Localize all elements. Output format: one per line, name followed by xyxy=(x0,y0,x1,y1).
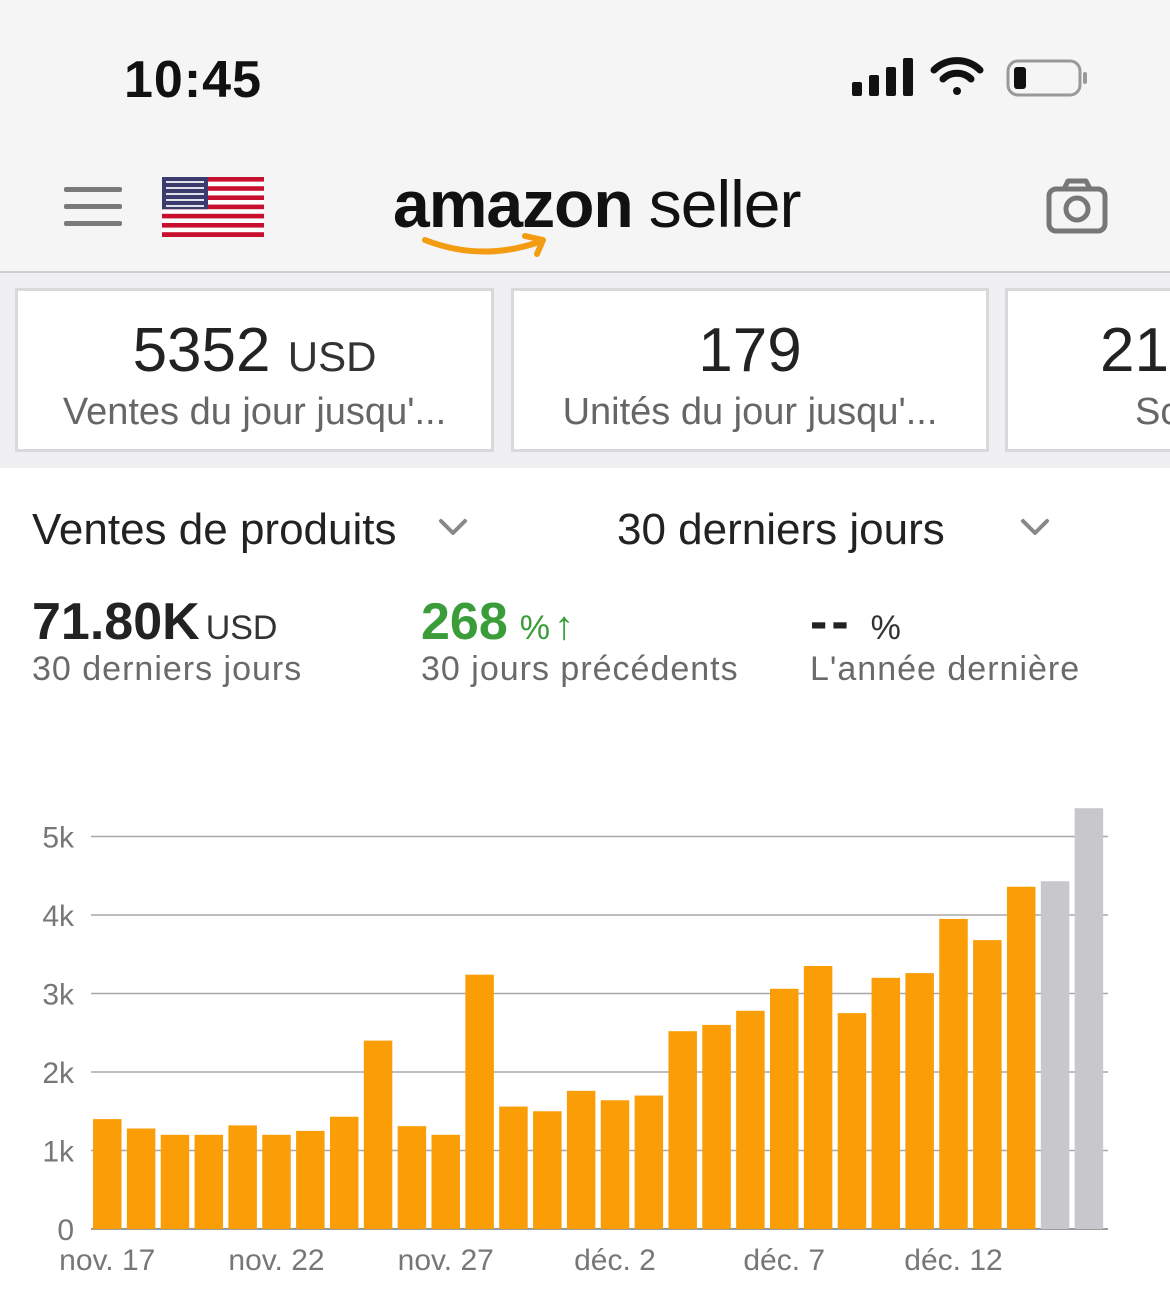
x-tick-label: déc. 7 xyxy=(743,1244,825,1277)
chart-bar-5[interactable] xyxy=(228,1125,257,1229)
chart-bar-22[interactable] xyxy=(803,966,833,1229)
sales-bar-chart: 0 1k 2k 3k 4k 5k nov. 17 nov. 22 nov. 27 déc. 2 d… xyxy=(42,808,1108,1277)
logo-seller-text: seller xyxy=(648,167,802,241)
metric-last-year-value: -- xyxy=(810,593,853,651)
hamburger-menu-icon[interactable] xyxy=(64,187,122,226)
metric-total-unit: USD xyxy=(205,609,278,647)
x-tick-label: nov. 17 xyxy=(59,1244,155,1277)
chart-bar-2[interactable] xyxy=(126,1128,156,1229)
chart-bar-15[interactable] xyxy=(566,1090,596,1229)
chart-x-ticks: nov. 17 nov. 22 nov. 27 déc. 2 déc. 7 déc. 12 xyxy=(59,1244,1003,1277)
chart-bar-23[interactable] xyxy=(837,1013,867,1229)
metric-selector-label: Ventes de produits xyxy=(32,505,397,554)
arrow-up-icon: ↑ xyxy=(554,604,574,648)
chart-bar-29[interactable] xyxy=(1040,881,1070,1229)
chart-bar-20[interactable] xyxy=(736,1010,765,1229)
metric-last-year-label: L'année dernière xyxy=(810,650,1081,688)
y-tick-label: 2k xyxy=(42,1057,75,1090)
period-selector-label: 30 derniers jours xyxy=(617,505,945,554)
chart-bar-9[interactable] xyxy=(363,1040,393,1229)
chart-bar-21[interactable] xyxy=(770,988,799,1229)
chart-bar-27[interactable] xyxy=(973,940,1002,1229)
chevron-down-icon[interactable] xyxy=(1020,517,1050,537)
y-tick-label: 5k xyxy=(42,822,75,855)
chart-bar-16[interactable] xyxy=(600,1100,630,1229)
tile-label: Ventes du jour jusqu'... xyxy=(62,391,447,433)
metric-total-label: 30 derniers jours xyxy=(32,650,303,688)
metric-total: 71.80K USD xyxy=(32,592,277,652)
status-bar: 10:45 xyxy=(0,0,1170,140)
battery-icon xyxy=(1006,59,1087,97)
signal-icon xyxy=(852,58,913,96)
chart-bar-17[interactable] xyxy=(634,1095,664,1229)
y-tick-label: 3k xyxy=(42,979,75,1012)
logo-amazon-text: amazon xyxy=(393,167,634,241)
metric-selector[interactable]: Ventes de produits xyxy=(32,505,396,555)
amazon-smile-icon xyxy=(422,233,546,257)
x-tick-label: déc. 2 xyxy=(574,1244,656,1277)
chart-bar-6[interactable] xyxy=(262,1134,291,1229)
tile-value: 179 xyxy=(698,316,802,385)
period-selector[interactable]: 30 derniers jours xyxy=(617,505,945,555)
chart-bar-18[interactable] xyxy=(668,1031,697,1229)
tile-units-today[interactable]: 179 Unités du jour jusqu'... xyxy=(511,288,989,452)
app-header: amazon seller xyxy=(0,140,1170,273)
wifi-icon xyxy=(930,57,984,95)
tile-unit: USD xyxy=(287,333,377,380)
chart-bar-13[interactable] xyxy=(499,1106,528,1229)
metric-previous-value: 268 xyxy=(421,593,508,651)
chart-bar-30[interactable] xyxy=(1074,808,1104,1229)
metric-last-year: --% xyxy=(810,592,901,652)
kpi-tiles: 5352 USD Ventes du jour jusqu'... 179 Un… xyxy=(0,273,1170,468)
status-time: 10:45 xyxy=(124,51,262,109)
tile-label: Unités du jour jusqu'... xyxy=(562,391,938,433)
tile-third[interactable]: 21. Sc xyxy=(1005,288,1170,452)
chart-bar-12[interactable] xyxy=(465,974,494,1229)
y-tick-label: 0 xyxy=(57,1214,74,1247)
tile-value: 5352 xyxy=(132,316,271,385)
chart-bar-10[interactable] xyxy=(397,1126,427,1229)
chart-bar-8[interactable] xyxy=(329,1116,359,1229)
chart-bar-1[interactable] xyxy=(93,1119,122,1229)
chart-bar-19[interactable] xyxy=(702,1024,731,1229)
chart-bars xyxy=(93,808,1104,1229)
chart-y-ticks: 0 1k 2k 3k 4k 5k xyxy=(42,822,75,1248)
metric-previous: 268% ↑ xyxy=(421,592,574,652)
x-tick-label: nov. 22 xyxy=(228,1244,324,1277)
metric-total-value: 71.80K xyxy=(32,593,200,651)
chart-bar-11[interactable] xyxy=(431,1134,461,1229)
chart-bar-26[interactable] xyxy=(939,918,968,1229)
x-tick-label: nov. 27 xyxy=(398,1244,494,1277)
chart-bar-7[interactable] xyxy=(296,1130,325,1229)
tile-label: Sc xyxy=(1135,391,1170,433)
chart-bar-28[interactable] xyxy=(1006,886,1036,1229)
metric-previous-label: 30 jours précédents xyxy=(421,650,739,688)
x-tick-label: déc. 12 xyxy=(904,1244,1002,1277)
metric-previous-unit: % xyxy=(519,609,550,647)
camera-icon[interactable] xyxy=(1046,178,1108,234)
tile-sales-today[interactable]: 5352 USD Ventes du jour jusqu'... xyxy=(15,288,494,452)
us-flag-icon[interactable] xyxy=(162,177,264,237)
chart-bar-3[interactable] xyxy=(160,1134,190,1229)
metric-last-year-unit: % xyxy=(870,609,901,647)
status-icons xyxy=(852,57,1087,97)
amazon-seller-logo: amazon seller xyxy=(393,162,801,257)
chart-bar-14[interactable] xyxy=(533,1111,562,1229)
chart-bar-25[interactable] xyxy=(905,973,934,1229)
chart-bar-4[interactable] xyxy=(194,1134,224,1229)
y-tick-label: 1k xyxy=(42,1136,75,1169)
y-tick-label: 4k xyxy=(42,900,75,933)
chart-bar-24[interactable] xyxy=(871,977,901,1229)
chevron-down-icon[interactable] xyxy=(438,517,468,537)
tile-value: 21. xyxy=(1100,316,1170,385)
